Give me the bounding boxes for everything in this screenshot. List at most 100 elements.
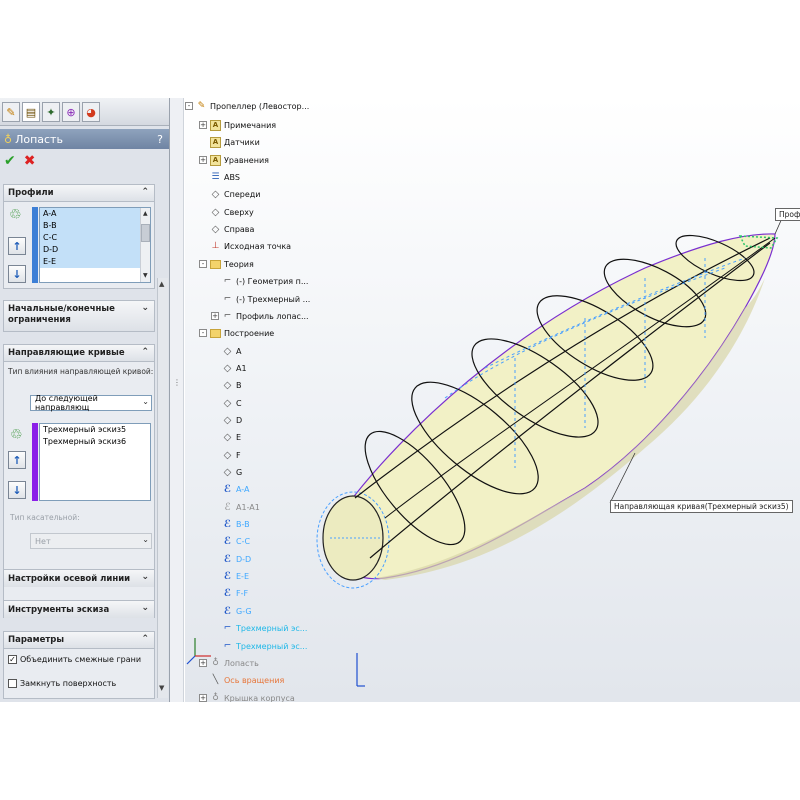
profile-callout[interactable]: Профи bbox=[775, 208, 800, 221]
dim-xpert-tab[interactable]: ⊕ bbox=[62, 102, 80, 122]
tree-item[interactable]: ◇ G bbox=[211, 465, 243, 479]
tree-item[interactable]: A Датчики bbox=[199, 135, 260, 149]
checkbox-icon[interactable] bbox=[8, 679, 17, 688]
tree-item[interactable]: + ⌐ Профиль лопас... bbox=[211, 309, 309, 323]
move-down-button[interactable]: ↓ bbox=[8, 265, 26, 283]
profiles-group-header[interactable]: Профили ⌃ bbox=[4, 185, 154, 202]
scroll-thumb[interactable] bbox=[141, 224, 150, 242]
scroll-up-icon[interactable]: ▲ bbox=[143, 208, 148, 220]
list-scrollbar[interactable]: ▲ ▼ bbox=[140, 208, 150, 282]
merge-faces-checkbox[interactable]: ✓ Объединить смежные грани bbox=[8, 655, 141, 664]
tree-item[interactable]: ◇ Справа bbox=[199, 222, 255, 236]
guide-move-down-button[interactable]: ↓ bbox=[8, 481, 26, 499]
close-loft-checkbox[interactable]: Замкнуть поверхность bbox=[8, 679, 116, 688]
guide-move-up-button[interactable]: ↑ bbox=[8, 451, 26, 469]
chevron-up-icon[interactable]: ⌃ bbox=[141, 347, 149, 357]
tangency-type-select[interactable]: Нет ⌄ bbox=[30, 533, 152, 549]
sketch-tools-header[interactable]: Инструменты эскиза ⌄ bbox=[4, 601, 154, 618]
checkbox-checked-icon[interactable]: ✓ bbox=[8, 655, 17, 664]
tree-item[interactable]: ◇ D bbox=[211, 413, 243, 427]
tree-item[interactable]: ⌐ (-) Трехмерный ... bbox=[211, 292, 311, 306]
tree-item[interactable]: ℰ B-B bbox=[211, 517, 250, 531]
move-up-button[interactable]: ↑ bbox=[8, 237, 26, 255]
expand-icon[interactable]: + bbox=[199, 659, 207, 667]
guide-curves-list[interactable]: Трехмерный эскиз5 Трехмерный эскиз6 bbox=[39, 423, 151, 501]
expand-icon[interactable]: + bbox=[211, 312, 219, 320]
tree-item[interactable]: ℰ A1-A1 bbox=[211, 500, 259, 514]
chevron-up-icon[interactable]: ⌃ bbox=[141, 187, 149, 197]
panel-splitter[interactable]: ⋮ bbox=[170, 98, 184, 702]
list-item[interactable]: B-B bbox=[40, 220, 150, 232]
tree-item[interactable]: ℰ A-A bbox=[211, 482, 250, 496]
list-item[interactable]: E-E bbox=[40, 256, 150, 268]
cancel-button[interactable]: ✖ bbox=[24, 153, 36, 169]
tree-item[interactable]: ℰ E-E bbox=[211, 569, 249, 583]
tree-item[interactable]: ◇ E bbox=[211, 430, 241, 444]
chevron-down-icon[interactable]: ⌄ bbox=[141, 572, 149, 582]
list-item[interactable]: A-A bbox=[40, 208, 150, 220]
sketch-3d-icon: ⌐ bbox=[223, 641, 232, 651]
expand-icon[interactable]: + bbox=[199, 156, 207, 164]
tree-item[interactable]: + A Примечания bbox=[199, 118, 276, 132]
splitter-grip-icon[interactable]: ⋮ bbox=[173, 378, 181, 387]
tree-item[interactable]: ◇ Сверху bbox=[199, 205, 254, 219]
pm-scrollbar[interactable]: ▲ ▼ bbox=[157, 278, 168, 698]
list-item[interactable]: Трехмерный эскиз5 bbox=[40, 424, 150, 436]
tree-item[interactable]: ℰ F-F bbox=[211, 586, 248, 600]
tree-item-label: Трехмерный эс... bbox=[236, 623, 308, 633]
list-item[interactable]: C-C bbox=[40, 232, 150, 244]
configuration-manager-tab[interactable]: ✦ bbox=[42, 102, 60, 122]
chevron-down-icon[interactable]: ⌄ bbox=[141, 603, 149, 613]
tree-item[interactable]: ╲ Ось вращения bbox=[199, 673, 285, 687]
tree-root[interactable]: - ✎ Пропеллер (Левостор... bbox=[185, 99, 309, 113]
list-item[interactable]: D-D bbox=[40, 244, 150, 256]
tree-item[interactable]: ℰ D-D bbox=[211, 552, 251, 566]
tree-item[interactable]: ◇ Спереди bbox=[199, 187, 261, 201]
expand-icon[interactable]: - bbox=[199, 329, 207, 337]
expand-icon[interactable]: - bbox=[185, 102, 193, 110]
tree-item[interactable]: ⌐ Трехмерный эс... bbox=[211, 639, 308, 653]
options-header[interactable]: Параметры ⌃ bbox=[4, 632, 154, 649]
expand-icon[interactable]: - bbox=[199, 260, 207, 268]
tree-item[interactable]: ☰ ABS bbox=[199, 170, 239, 184]
list-item[interactable]: Трехмерный эскиз6 bbox=[40, 436, 150, 448]
tree-item[interactable]: ℰ C-C bbox=[211, 534, 250, 548]
expand-icon[interactable]: + bbox=[199, 121, 207, 129]
tree-item[interactable]: - Построение bbox=[199, 326, 274, 340]
profiles-list[interactable]: A-A B-B C-C D-D E-E ▲ ▼ bbox=[39, 207, 151, 283]
help-button[interactable]: ? bbox=[157, 133, 163, 146]
tree-item[interactable]: + ♁ Крышка корпуса bbox=[199, 691, 295, 702]
tree-item[interactable]: ◇ C bbox=[211, 396, 242, 410]
feature-icon: ♁ bbox=[212, 693, 219, 702]
property-manager-tab[interactable]: ▤ bbox=[22, 102, 40, 122]
centerline-header[interactable]: Настройки осевой линии ⌄ bbox=[4, 570, 154, 587]
plane-icon: ◇ bbox=[211, 223, 220, 235]
tree-item[interactable]: ◇ A1 bbox=[211, 361, 247, 375]
tree-item[interactable]: ◇ B bbox=[211, 378, 242, 392]
expand-icon[interactable]: + bbox=[199, 694, 207, 702]
tree-item[interactable]: ⌐ (-) Геометрия п... bbox=[211, 274, 309, 288]
scroll-down-icon[interactable]: ▼ bbox=[159, 684, 164, 692]
display-manager-tab[interactable]: ◕ bbox=[82, 102, 100, 122]
tree-item[interactable]: + A Уравнения bbox=[199, 153, 269, 167]
tree-item[interactable]: ⌐ Трехмерный эс... bbox=[211, 621, 308, 635]
chevron-down-icon[interactable]: ⌄ bbox=[141, 303, 149, 314]
influence-type-select[interactable]: До следующей направляющ ⌄ bbox=[30, 394, 152, 412]
tree-item[interactable]: ◇ F bbox=[211, 448, 241, 462]
tree-item[interactable]: - Теория bbox=[199, 257, 254, 271]
scroll-down-icon[interactable]: ▼ bbox=[143, 270, 148, 282]
start-end-header[interactable]: Начальные/конечные ограничения ⌄ bbox=[4, 301, 154, 331]
guide-curve-callout[interactable]: Направляющая кривая(Трехмерный эскиз5) bbox=[610, 500, 793, 513]
tree-item[interactable]: ◇ A bbox=[211, 344, 242, 358]
scroll-up-icon[interactable]: ▲ bbox=[159, 280, 164, 288]
guide-curves-header[interactable]: Направляющие кривые ⌃ bbox=[4, 345, 154, 362]
chevron-up-icon[interactable]: ⌃ bbox=[141, 634, 149, 644]
feature-manager-tab[interactable]: ✎ bbox=[2, 102, 20, 122]
tree-item[interactable]: ⊥ Исходная точка bbox=[199, 239, 291, 253]
tree-item[interactable]: ℰ G-G bbox=[211, 604, 252, 618]
ok-button[interactable]: ✔ bbox=[4, 153, 16, 169]
tree-item-label: (-) Геометрия п... bbox=[236, 276, 309, 286]
tree-item[interactable]: + ♁ Лопасть bbox=[199, 656, 259, 670]
